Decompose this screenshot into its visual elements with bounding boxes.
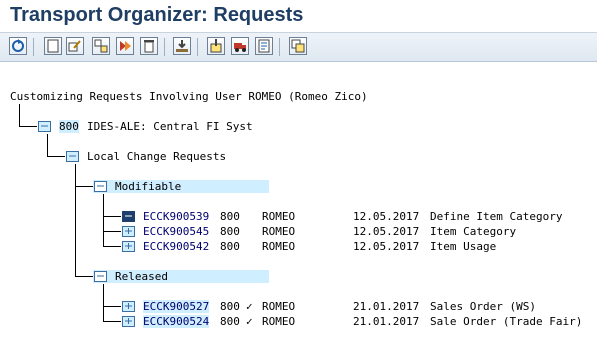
tree-connector	[103, 246, 121, 247]
request-id[interactable]: ECCK900527	[143, 300, 210, 313]
request-client: 800	[220, 315, 240, 328]
request-client: 800	[220, 300, 240, 313]
request-description: Item Usage	[430, 240, 497, 253]
tree-connector	[103, 231, 121, 232]
request-id[interactable]: ECCK900545	[143, 225, 209, 238]
released-node[interactable]: Released	[115, 270, 168, 283]
modifiable-node[interactable]: Modifiable	[115, 180, 181, 193]
request-owner: ROMEO	[262, 225, 296, 238]
request-icon[interactable]	[122, 211, 135, 222]
import-icon[interactable]	[207, 37, 225, 55]
delete-icon[interactable]	[140, 37, 158, 55]
toolbar-separator	[164, 38, 165, 56]
request-id[interactable]: ECCK900539	[143, 210, 209, 223]
folder-icon[interactable]	[94, 271, 107, 282]
request-date: 21.01.2017	[353, 300, 420, 313]
request-owner: ROMEO	[262, 315, 296, 328]
tree-connector	[75, 186, 93, 187]
request-description: Define Item Category	[430, 210, 563, 223]
request-client: 800	[220, 240, 240, 253]
folder-icon[interactable]	[66, 151, 79, 162]
released-check-icon: ✓	[246, 300, 253, 313]
request-date: 12.05.2017	[353, 210, 420, 223]
folder-icon[interactable]	[94, 181, 107, 192]
request-client: 800	[220, 225, 240, 238]
release-icon[interactable]	[173, 37, 191, 55]
tree-connector	[75, 164, 76, 277]
tree-connector	[75, 276, 93, 277]
released-check-icon: ✓	[246, 315, 253, 328]
client-description: IDES-ALE: Central FI Syst	[87, 120, 253, 133]
toolbar-separator	[279, 38, 280, 56]
page-title: Transport Organizer: Requests	[10, 4, 304, 26]
toolbar-separator	[33, 38, 34, 56]
client-number[interactable]: 800	[59, 120, 79, 133]
application-toolbar	[0, 33, 597, 62]
title-bar: Transport Organizer: Requests	[0, 0, 597, 33]
tree-connector	[103, 194, 104, 247]
local-change-requests[interactable]: Local Change Requests	[87, 150, 226, 163]
tree-header: Customizing Requests Involving User ROME…	[10, 90, 368, 103]
tree-connector	[19, 126, 37, 127]
request-description: Sale Order (Trade Fair)	[430, 315, 583, 328]
request-icon[interactable]	[122, 241, 135, 252]
collapse-icon[interactable]	[116, 37, 134, 55]
tree-connector	[47, 134, 48, 157]
tree-connector	[103, 216, 121, 217]
toolbar-separator	[197, 38, 198, 56]
request-id[interactable]: ECCK900542	[143, 240, 209, 253]
request-date: 12.05.2017	[353, 225, 420, 238]
request-icon[interactable]	[122, 316, 135, 327]
tree-connector	[19, 104, 20, 127]
tree-connector	[103, 306, 121, 307]
folder-icon[interactable]	[38, 121, 51, 132]
request-client: 800	[220, 210, 240, 223]
request-owner: ROMEO	[262, 300, 296, 313]
tree-connector	[103, 284, 104, 322]
refresh-icon[interactable]	[9, 37, 27, 55]
copy-icon[interactable]	[289, 37, 307, 55]
request-owner: ROMEO	[262, 240, 296, 253]
change-icon[interactable]	[66, 37, 84, 55]
request-id[interactable]: ECCK900524	[143, 315, 210, 328]
request-icon[interactable]	[122, 301, 135, 312]
request-tree: Customizing Requests Involving User ROME…	[0, 62, 597, 342]
transport-icon[interactable]	[231, 37, 249, 55]
expand-icon[interactable]	[92, 37, 110, 55]
request-icon[interactable]	[122, 226, 135, 237]
request-date: 12.05.2017	[353, 240, 420, 253]
request-owner: ROMEO	[262, 210, 296, 223]
log-icon[interactable]	[255, 37, 273, 55]
tree-connector	[103, 321, 121, 322]
request-description: Item Category	[430, 225, 517, 238]
display-icon[interactable]	[44, 37, 62, 55]
tree-connector	[47, 156, 65, 157]
request-description: Sales Order (WS)	[430, 300, 536, 313]
request-date: 21.01.2017	[353, 315, 420, 328]
